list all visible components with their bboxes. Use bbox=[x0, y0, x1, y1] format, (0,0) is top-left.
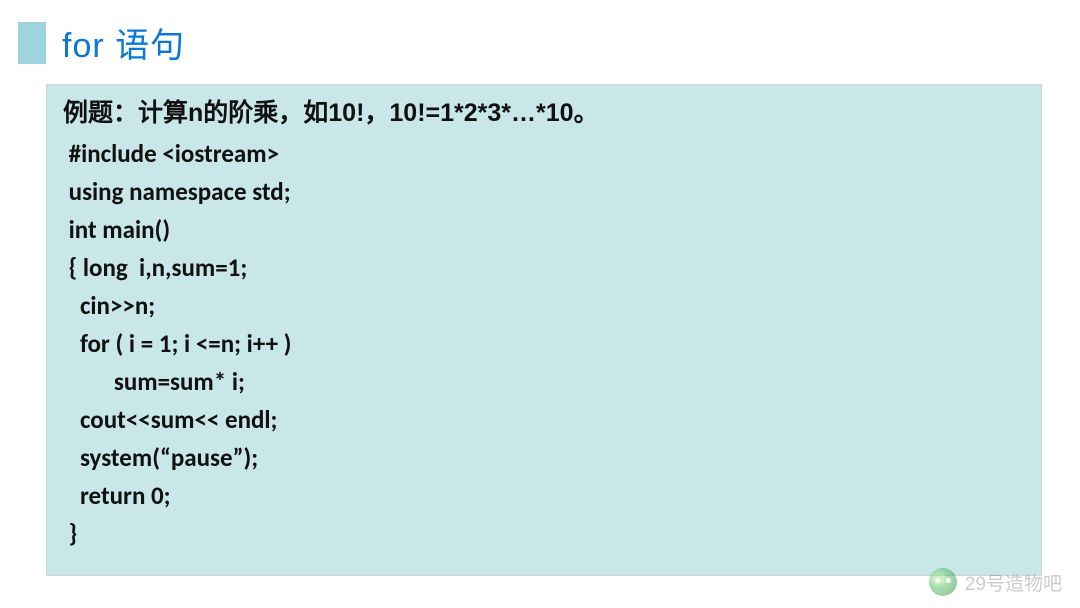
code-line: using namespace std; bbox=[63, 173, 1025, 211]
header-accent-block bbox=[18, 22, 46, 64]
code-line: #include <iostream> bbox=[63, 135, 1025, 173]
code-line: cout<<sum<< endl; bbox=[63, 401, 1025, 439]
code-line: int main() bbox=[63, 211, 1025, 249]
slide-title: for 语句 bbox=[62, 18, 185, 67]
code-line: sum=sum* i; bbox=[63, 363, 1025, 401]
code-line: { long i,n,sum=1; bbox=[63, 249, 1025, 287]
problem-statement: 例题：计算n的阶乘，如10!，10!=1*2*3*…*10。 bbox=[63, 95, 1025, 133]
code-line: return 0; bbox=[63, 477, 1025, 515]
wechat-icon bbox=[929, 568, 957, 596]
watermark: 29号造物吧 bbox=[929, 568, 1062, 596]
code-panel: 例题：计算n的阶乘，如10!，10!=1*2*3*…*10。 #include … bbox=[46, 84, 1042, 576]
code-line: } bbox=[63, 515, 1025, 553]
slide-header: for 语句 bbox=[18, 18, 185, 67]
code-line: for ( i = 1; i <=n; i++ ) bbox=[63, 325, 1025, 363]
code-line: cin>>n; bbox=[63, 287, 1025, 325]
watermark-text: 29号造物吧 bbox=[965, 569, 1062, 596]
code-line: system(“pause”); bbox=[63, 439, 1025, 477]
